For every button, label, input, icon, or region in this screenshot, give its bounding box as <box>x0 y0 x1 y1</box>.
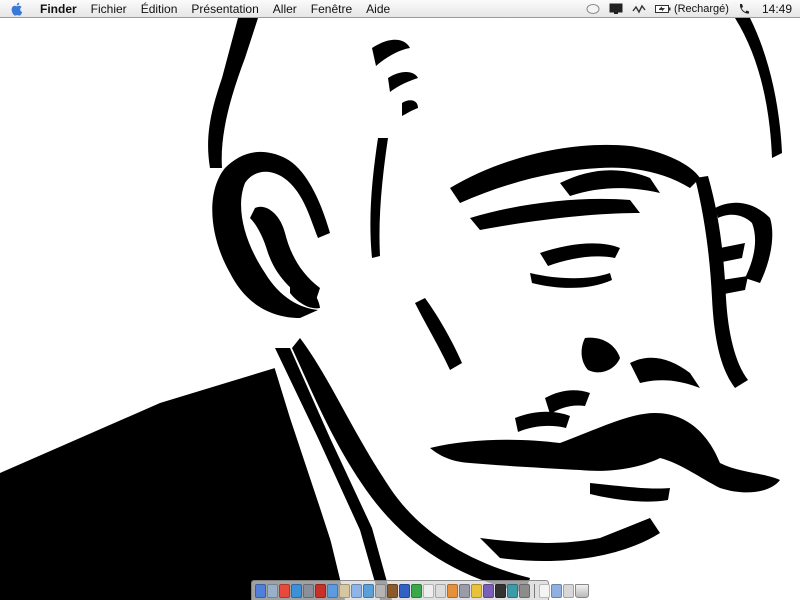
dock-apps <box>255 583 530 598</box>
dock-separator <box>534 583 535 598</box>
dock-green-app-icon[interactable] <box>411 583 422 598</box>
dock-preview-icon[interactable] <box>375 583 386 598</box>
desktop: Finder Fichier Édition Présentation Alle… <box>0 0 800 600</box>
dock-purple-app-icon[interactable] <box>483 583 494 598</box>
dock-mail-icon[interactable] <box>267 583 278 598</box>
dock-address-book-icon[interactable] <box>339 583 350 598</box>
dock-gray-app-icon[interactable] <box>519 583 530 598</box>
dock-iphoto-icon[interactable] <box>363 583 374 598</box>
dock-red-app-icon[interactable] <box>315 583 326 598</box>
menu-bar: Finder Fichier Édition Présentation Alle… <box>0 0 800 18</box>
wallpaper-portrait <box>0 18 800 600</box>
dock-finder-icon[interactable] <box>255 583 266 598</box>
dock-system-prefs-icon[interactable] <box>459 583 470 598</box>
dock-terminal-icon[interactable] <box>495 583 506 598</box>
trash-icon[interactable] <box>575 583 589 598</box>
dock <box>251 580 589 600</box>
battery-icon[interactable] <box>654 0 671 18</box>
spotlight-icon[interactable] <box>586 0 600 18</box>
network-activity-icon[interactable] <box>632 0 646 18</box>
dock-ichat-icon[interactable] <box>327 583 338 598</box>
clock[interactable]: 14:49 <box>762 0 792 18</box>
dock-brown-app-icon[interactable] <box>387 583 398 598</box>
menu-extras: (Rechargé) 14:49 <box>577 0 800 18</box>
menu-fenetre[interactable]: Fenêtre <box>304 0 359 18</box>
dock-docs <box>539 583 574 598</box>
menu-aide[interactable]: Aide <box>359 0 397 18</box>
dock-teal-app-icon[interactable] <box>507 583 518 598</box>
dock-orange-app-icon[interactable] <box>447 583 458 598</box>
dock-blue-app-icon[interactable] <box>399 583 410 598</box>
dock-folder-icon[interactable] <box>551 583 562 598</box>
dock-yellow-app-icon[interactable] <box>471 583 482 598</box>
menu-app-name[interactable]: Finder <box>34 0 84 18</box>
dock-window-icon[interactable] <box>563 583 574 598</box>
menu-edition[interactable]: Édition <box>134 0 185 18</box>
menu-aller[interactable]: Aller <box>266 0 304 18</box>
menu-presentation[interactable]: Présentation <box>184 0 265 18</box>
dock-white-app-icon[interactable] <box>423 583 434 598</box>
apple-icon[interactable] <box>0 0 34 18</box>
dock-document-icon[interactable] <box>539 583 550 598</box>
dock-safari-icon[interactable] <box>291 583 302 598</box>
battery-status-label[interactable]: (Rechargé) <box>674 0 729 18</box>
phone-icon[interactable] <box>738 0 750 18</box>
dock-ical-icon[interactable] <box>279 583 290 598</box>
display-icon[interactable] <box>609 0 623 18</box>
dock-network-icon[interactable] <box>303 583 314 598</box>
dock-itunes-icon[interactable] <box>351 583 362 598</box>
dock-clock-app-icon[interactable] <box>435 583 446 598</box>
menu-fichier[interactable]: Fichier <box>84 0 134 18</box>
